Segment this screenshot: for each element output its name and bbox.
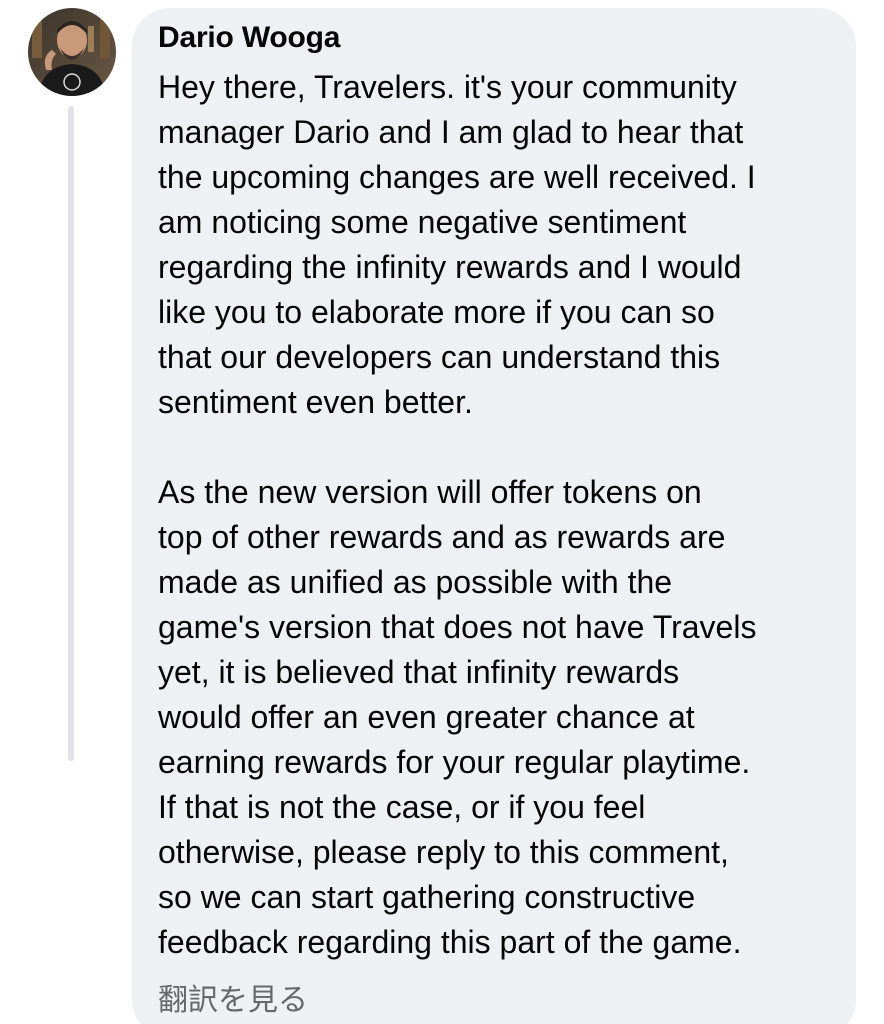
comment-text-line: would offer an even greater chance at [158, 699, 695, 735]
reply-thread-line [68, 106, 74, 761]
comment-text-line: game's version that does not have Travel… [158, 609, 757, 645]
comment-text-line: otherwise, please reply to this comment, [158, 834, 729, 870]
comment-text-line: the upcoming changes are well received. … [158, 159, 756, 195]
comment-text-line: Hey there, Travelers. it's your communit… [158, 69, 737, 105]
avatar[interactable] [28, 8, 116, 96]
comment-text-line: sentiment even better. [158, 384, 473, 420]
comment-text-line: As the new version will offer tokens on [158, 474, 702, 510]
comment-text-line: regarding the infinity rewards and I wou… [158, 249, 742, 285]
comment-text-line: that our developers can understand this [158, 339, 721, 375]
comment-text-line: am noticing some negative sentiment [158, 204, 687, 240]
comment-author[interactable]: Dario Wooga [158, 21, 340, 55]
comment-thread: Dario Wooga Hey there, Travelers. it's y… [0, 0, 884, 1024]
comment-text-line: like you to elaborate more if you can so [158, 294, 715, 330]
comment-text: Hey there, Travelers. it's your communit… [158, 65, 848, 965]
profile-photo-icon [28, 8, 116, 96]
see-translation-link[interactable]: 翻訳を見る [158, 975, 308, 1019]
comment-text-line: top of other rewards and as rewards are [158, 519, 726, 555]
comment-text-line: yet, it is believed that infinity reward… [158, 654, 680, 690]
comment-text-line: If that is not the case, or if you feel [158, 789, 646, 825]
comment-text-line: feedback regarding this part of the game… [158, 924, 742, 960]
comment-text-line: manager Dario and I am glad to hear that [158, 114, 744, 150]
comment-text-line: made as unified as possible with the [158, 564, 673, 600]
comment-text-line: so we can start gathering constructive [158, 879, 696, 915]
comment-text-line: earning rewards for your regular playtim… [158, 744, 751, 780]
